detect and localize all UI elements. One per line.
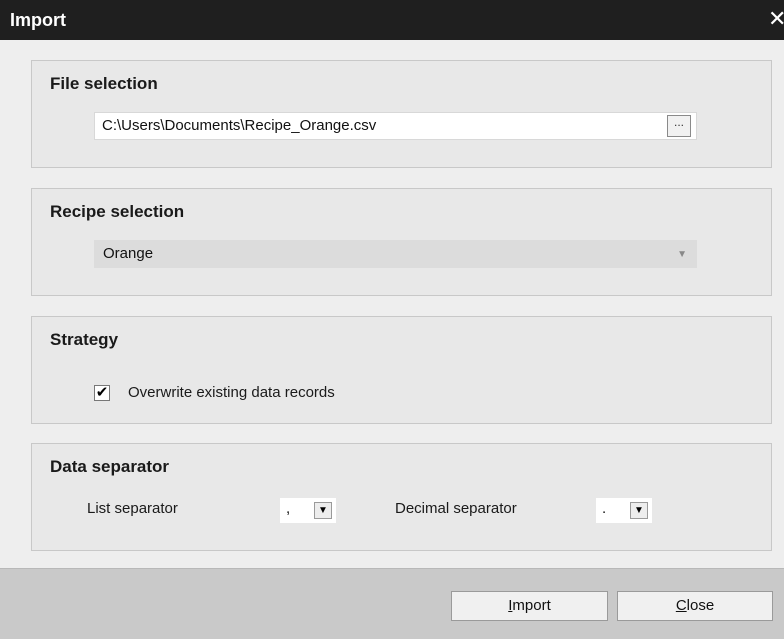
recipe-selection-title: Recipe selection bbox=[50, 202, 185, 221]
data-separator-title: Data separator bbox=[50, 457, 170, 476]
decimal-separator-label: Decimal separator bbox=[395, 500, 517, 517]
recipe-selection-section: Recipe selection Orange ▼ bbox=[31, 188, 772, 296]
list-separator-label: List separator bbox=[87, 500, 178, 517]
recipe-selected-value: Orange bbox=[103, 245, 154, 262]
import-dialog: Import ✕ File selection C:\Users\Documen… bbox=[0, 0, 784, 639]
import-button[interactable]: Import bbox=[451, 591, 608, 621]
close-icon[interactable]: ✕ bbox=[768, 7, 784, 31]
strategy-section: Strategy ✔ Overwrite existing data recor… bbox=[31, 316, 772, 424]
dialog-title: Import bbox=[10, 10, 66, 30]
close-button-mnemonic: C bbox=[675, 597, 687, 614]
decimal-separator-dropdown[interactable]: . ▼ bbox=[596, 498, 652, 523]
dialog-footer: Import Close bbox=[0, 568, 784, 639]
file-selection-title: File selection bbox=[50, 74, 158, 93]
data-separator-section: Data separator List separator , ▼ Decima… bbox=[31, 443, 772, 551]
recipe-dropdown[interactable]: Orange ▼ bbox=[94, 240, 697, 268]
chevron-down-icon[interactable]: ▼ bbox=[630, 502, 648, 519]
chevron-down-icon: ▼ bbox=[677, 249, 687, 260]
list-separator-dropdown[interactable]: , ▼ bbox=[280, 498, 336, 523]
list-separator-value: , bbox=[286, 500, 291, 517]
close-button-label: lose bbox=[686, 597, 715, 614]
decimal-separator-value: . bbox=[602, 500, 607, 517]
chevron-down-icon[interactable]: ▼ bbox=[314, 502, 332, 519]
overwrite-checkbox[interactable]: ✔ bbox=[94, 385, 110, 401]
title-bar: Import ✕ bbox=[0, 0, 784, 40]
close-button[interactable]: Close bbox=[617, 591, 773, 621]
strategy-title: Strategy bbox=[50, 330, 119, 349]
browse-button[interactable]: ... bbox=[667, 115, 691, 137]
file-selection-section: File selection C:\Users\Documents\Recipe… bbox=[31, 60, 772, 168]
import-button-label: mport bbox=[512, 597, 551, 614]
overwrite-checkbox-label: Overwrite existing data records bbox=[128, 384, 335, 401]
file-path-input[interactable]: C:\Users\Documents\Recipe_Orange.csv bbox=[94, 112, 697, 140]
